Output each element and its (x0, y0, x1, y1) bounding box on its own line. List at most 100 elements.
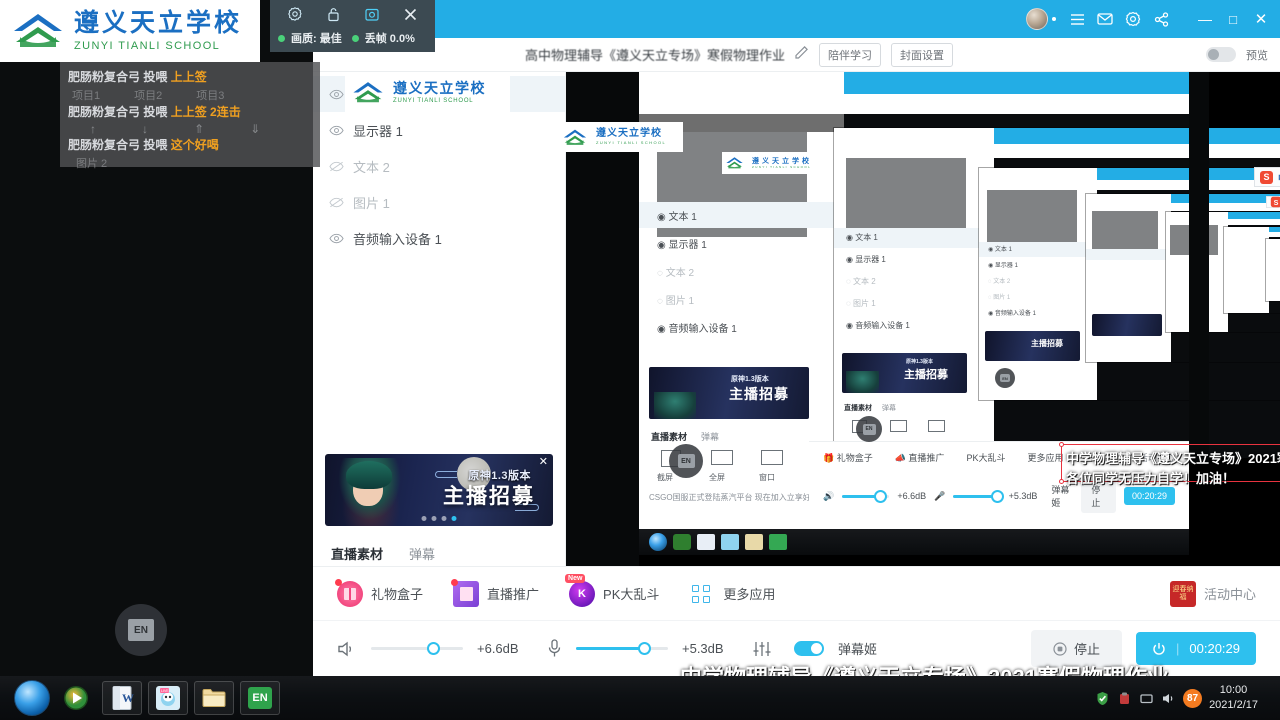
companion-study-button[interactable]: 陪伴学习 (819, 42, 882, 67)
close-button[interactable]: ✕ (1248, 6, 1274, 32)
speaker-icon[interactable] (1161, 691, 1176, 706)
ime-floating-indicator[interactable]: EN (856, 416, 882, 442)
status-badge[interactable]: 87 (1183, 688, 1203, 708)
dock-app-label: 更多应用 (723, 587, 776, 602)
maximize-button[interactable]: □ (1220, 6, 1246, 32)
volume-icon[interactable] (1139, 691, 1154, 706)
windows-start-icon[interactable] (14, 680, 50, 716)
gear-icon[interactable] (287, 6, 303, 22)
source-label: 图片 1 (353, 195, 390, 211)
source-item-image-1[interactable]: 图片 1 (313, 184, 565, 220)
word-icon: W (112, 686, 134, 710)
dropframe-status-dot (351, 34, 359, 42)
mic-volume-slider[interactable] (576, 642, 668, 655)
promo-banner[interactable]: 原神1.3版本 主播招募 ✕ (325, 454, 553, 526)
school-logo-mark (14, 14, 62, 47)
school-logo-nested-3: 遵义天立学校 ZUNYI TIANLI SCHOOL (722, 152, 814, 174)
dock-app-label: 直播推广 (487, 587, 540, 602)
pk-icon[interactable]: New K (565, 573, 596, 607)
minimize-button[interactable]: — (1192, 6, 1218, 32)
screenshot-icon[interactable] (364, 7, 380, 22)
close-icon[interactable] (403, 7, 418, 22)
character-art (337, 458, 405, 526)
svg-text:LIVE: LIVE (161, 689, 169, 693)
arrow-bottom-icon: ⇓ (250, 122, 261, 136)
promo-banner-image[interactable]: 原神1.3版本 主播招募 ✕ (325, 454, 553, 526)
danmaku-user: 肥肠粉复合弓 (68, 70, 141, 84)
danmaku-assistant-toggle[interactable] (794, 641, 824, 656)
close-icon[interactable]: ✕ (539, 457, 548, 468)
ime-en-label: EN (128, 619, 154, 641)
activity-center[interactable]: 迎春纳福 活动中心 (1169, 580, 1256, 607)
sogou-ime-toolbar[interactable]: S 中 °, (1254, 167, 1280, 187)
dock-app-pk[interactable]: New K PK大乱斗 (565, 573, 659, 607)
shield-icon[interactable] (1095, 691, 1110, 706)
dock-app-label: 礼物盒子 (371, 587, 424, 602)
mic-slider-knob[interactable] (638, 642, 651, 655)
network-icon[interactable] (1117, 691, 1132, 706)
taskbar-item-ime[interactable]: EN (240, 681, 280, 715)
edit-icon[interactable] (795, 45, 809, 64)
menu-icon[interactable] (1064, 6, 1090, 32)
ghost-row-label: 图片 2 (76, 158, 108, 170)
source-item-monitor-1[interactable]: 显示器 1 (313, 112, 565, 148)
arrow-top-icon: ⇑ (194, 122, 205, 136)
lock-icon[interactable] (326, 6, 341, 22)
notification-dot (335, 578, 342, 586)
source-item-text-2[interactable]: 文本 2 (313, 148, 565, 184)
live-timer: 00:20:29 (1189, 641, 1240, 656)
school-name-cn: 遵义天立学校 (74, 8, 243, 37)
eye-icon[interactable] (329, 233, 344, 244)
eye-off-icon[interactable] (329, 197, 344, 208)
room-title: 高中物理辅导《遵义天立专场》寒假物理作业 (525, 48, 786, 63)
dock-app-gift-box[interactable]: 礼物盒子 (335, 578, 424, 607)
mixer-icon[interactable] (752, 640, 772, 658)
mic-db-value: +5.3dB (682, 641, 724, 656)
avatar[interactable] (1026, 8, 1048, 30)
sogou-ime-toolbar: S 中 (1266, 196, 1280, 208)
avatar-status-dot (1052, 17, 1056, 21)
speaker-slider-knob[interactable] (427, 642, 440, 655)
dock-app-promotion[interactable]: 直播推广 (451, 578, 540, 607)
power-icon (1153, 642, 1165, 655)
gear-icon[interactable] (1120, 6, 1146, 32)
ime-floating-indicator-main[interactable]: EN (115, 604, 167, 656)
eye-icon[interactable] (329, 89, 344, 100)
school-logo-text: 遵义天立学校 ZUNYI TIANLI SCHOOL (74, 8, 243, 52)
school-name-cn: 遵义天立学校 (596, 128, 662, 139)
nested-capture-level-7 (1266, 239, 1280, 301)
nested-taskbar (639, 529, 1189, 555)
source-label: 显示器 1 (353, 123, 403, 139)
ime-floating-indicator: EN (995, 368, 1015, 388)
stop-icon (1053, 641, 1067, 656)
grid-icon[interactable] (689, 581, 715, 607)
taskbar-item-bilibili-live[interactable]: LIVE (148, 681, 188, 715)
cover-settings-button[interactable]: 封面设置 (891, 42, 954, 67)
source-item-audio-input-1[interactable]: 音频输入设备 1 (313, 220, 565, 256)
share-icon[interactable] (1148, 6, 1174, 32)
arrow-down-icon: ↓ (142, 122, 148, 136)
eye-icon[interactable] (329, 125, 344, 136)
school-logo-mark (353, 81, 383, 102)
ghost-item: 项目2 (134, 90, 163, 102)
taskbar-clock[interactable]: 10:00 2021/2/17 (1209, 683, 1264, 713)
speaker-icon[interactable] (337, 640, 357, 658)
promotion-icon[interactable] (451, 578, 480, 607)
mail-icon[interactable] (1092, 6, 1118, 32)
speaker-volume-slider[interactable] (371, 642, 463, 655)
preview-toggle[interactable] (1206, 47, 1236, 62)
activity-center-label: 活动中心 (1203, 587, 1256, 602)
eye-off-icon[interactable] (329, 161, 344, 172)
danmaku-gift: 这个好喝 (170, 138, 219, 152)
carousel-dots[interactable] (421, 516, 457, 521)
taskbar-item-media-player[interactable] (56, 681, 96, 715)
taskbar-item-word[interactable]: W (102, 681, 142, 715)
ime-floating-indicator[interactable]: EN (669, 444, 703, 478)
dock-app-more[interactable]: 更多应用 (689, 581, 775, 607)
screen: — □ ✕ 高中物理辅导《遵义天立专场》寒假物理作业 陪伴学习 封面设置 预览 (0, 0, 1280, 720)
svg-text:W: W (122, 691, 134, 705)
gift-box-icon[interactable] (335, 578, 363, 607)
danmaku-row: 肥肠粉复合弓 投喂 上上签 2连击 (68, 103, 312, 120)
taskbar-item-explorer[interactable] (194, 681, 234, 715)
mic-icon[interactable] (547, 639, 562, 658)
